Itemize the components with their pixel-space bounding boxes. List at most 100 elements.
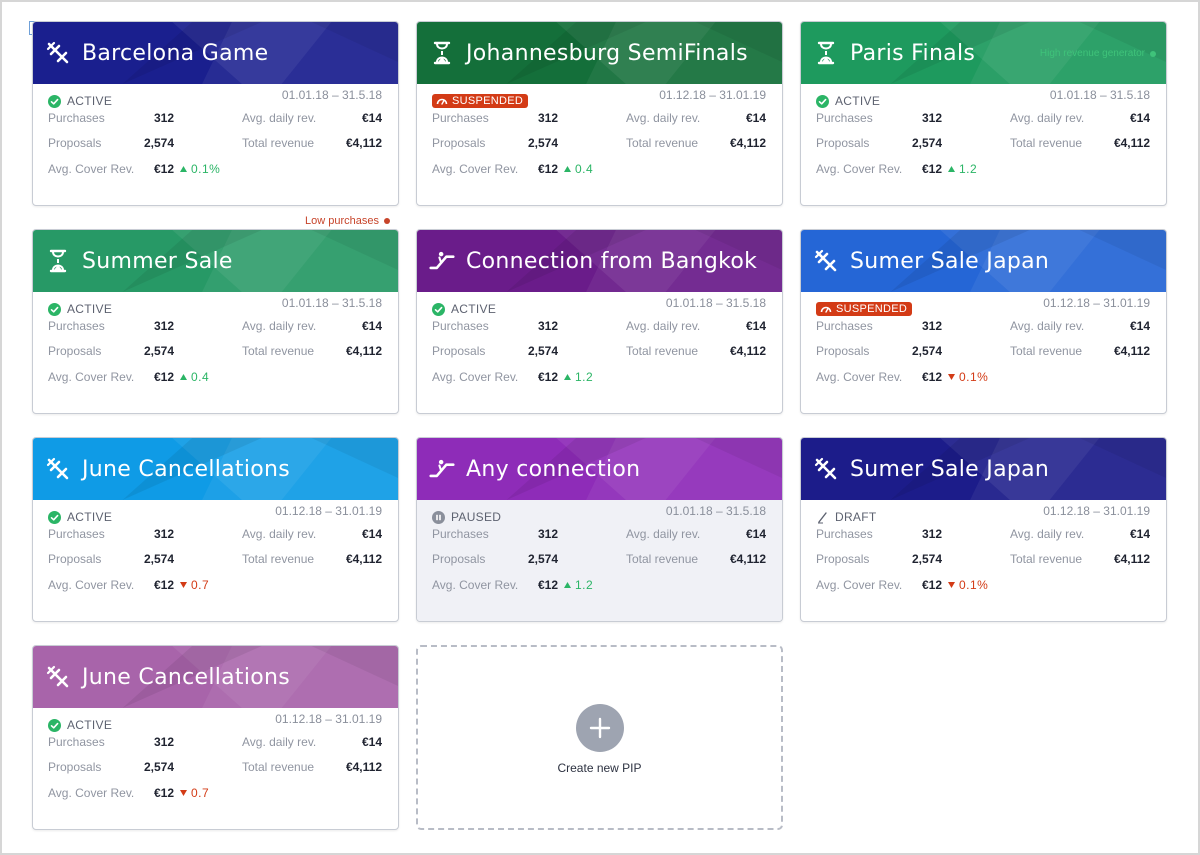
trend-value: 0.1% [959,578,989,592]
trend-value: 1.2 [575,578,594,592]
status-text: ACTIVE [67,510,113,524]
proposals-label: Proposals [48,344,102,358]
pip-card-7[interactable]: June Cancellations ACTIVE 01.12.18 – 31.… [32,437,399,622]
avg-daily-label: Avg. daily rev. [1010,111,1085,125]
pip-card-5[interactable]: Connection from Bangkok ACTIVE 01.01.18 … [416,229,783,414]
plus-icon[interactable] [575,704,624,752]
triangle-down-icon [180,790,187,796]
status-badge: SUSPENDED [432,94,529,108]
pip-card-10[interactable]: June Cancellations ACTIVE 01.12.18 – 31.… [32,645,399,830]
trend-indicator: 1.2 [564,370,593,384]
card-title: Sumer Sale Japan [850,456,1050,482]
pip-card-6[interactable]: Sumer Sale Japan SUSPENDED 01.12.18 – 31… [800,229,1167,414]
purchases-label: Purchases [816,111,873,125]
avg-cover-value: €12 [537,162,558,176]
card-body: ACTIVE 01.12.18 – 31.01.19 Purchases 312… [33,708,398,829]
avg-daily-value: €14 [1129,319,1150,333]
triangle-up-icon [564,582,571,588]
total-revenue-value: €4,112 [345,136,382,150]
avg-daily-label: Avg. daily rev. [242,527,317,541]
proposals-value: 2,574 [527,344,558,358]
avg-cover-label: Avg. Cover Rev. [432,370,519,384]
date-range: 01.01.18 – 31.5.18 [281,88,382,102]
card-body: ACTIVE 01.01.18 – 31.5.18 Purchases 312 … [801,84,1166,205]
avg-cover-label: Avg. Cover Rev. [432,162,519,176]
date-range: 01.01.18 – 31.5.18 [1049,88,1150,102]
card-title: Any connection [466,456,641,482]
total-revenue-label: Total revenue [626,344,699,358]
date-range: 01.12.18 – 31.01.19 [275,712,382,726]
avg-daily-label: Avg. daily rev. [242,319,317,333]
total-revenue-value: €4,112 [1113,136,1150,150]
avg-cover-value: €12 [153,162,174,176]
total-revenue-value: €4,112 [1113,552,1150,566]
date-range: 01.01.18 – 31.5.18 [665,504,766,518]
date-range: 01.12.18 – 31.01.19 [275,504,382,518]
card-header[interactable]: June Cancellations [33,438,398,500]
avg-daily-label: Avg. daily rev. [242,735,317,749]
trend-value: 0.1% [191,162,221,176]
card-header[interactable]: Paris Finals High revenue generator [801,22,1166,84]
status-badge: ACTIVE [48,94,112,108]
triangle-up-icon [564,374,571,380]
total-revenue-value: €4,112 [345,552,382,566]
card-header[interactable]: Any connection [417,438,782,500]
pip-card-8[interactable]: Any connection PAUSED 01.01.18 – 31.5.18… [416,437,783,622]
card-header[interactable]: Johannesburg SemiFinals [417,22,782,84]
pip-card-2[interactable]: Johannesburg SemiFinals SUSPENDED 01.12.… [416,21,783,206]
card-header[interactable]: Summer Sale [33,230,398,292]
card-title: Barcelona Game [82,40,269,66]
card-header[interactable]: Connection from Bangkok [417,230,782,292]
avg-cover-label: Avg. Cover Rev. [48,162,135,176]
avg-daily-value: €14 [361,735,382,749]
proposals-label: Proposals [816,136,870,150]
avg-cover-value: €12 [921,578,942,592]
proposals-value: 2,574 [911,552,942,566]
proposals-value: 2,574 [911,344,942,358]
pip-card-1[interactable]: Barcelona Game ACTIVE 01.01.18 – 31.5.18… [32,21,399,206]
pip-card-9[interactable]: Sumer Sale Japan DRAFT 01.12.18 – 31.01.… [800,437,1167,622]
purchases-value: 312 [537,319,558,333]
create-pip-label: Create new PIP [557,761,642,775]
total-revenue-label: Total revenue [626,136,699,150]
card-body: DRAFT 01.12.18 – 31.01.19 Purchases 312 … [801,500,1166,621]
plane-icon [813,248,839,274]
trend-value: 0.7 [191,578,210,592]
pip-card-4[interactable]: Low purchases Summer Sale ACTIVE 01.01.1… [32,215,399,414]
total-revenue-value: €4,112 [729,344,766,358]
total-revenue-label: Total revenue [626,552,699,566]
date-range: 01.01.18 – 31.5.18 [665,296,766,310]
card-header[interactable]: June Cancellations [33,646,398,708]
check-circle-icon [432,302,445,316]
purchases-value: 312 [537,111,558,125]
card-title: Connection from Bangkok [466,248,758,274]
avg-cover-value: €12 [921,162,942,176]
card-header[interactable]: Sumer Sale Japan [801,230,1166,292]
avg-cover-label: Avg. Cover Rev. [432,578,519,592]
purchases-value: 312 [153,319,174,333]
status-badge: DRAFT [816,510,877,524]
trend-value: 0.7 [191,786,210,800]
create-pip-card[interactable]: Create new PIP [416,645,783,830]
plane-icon [45,664,71,690]
pip-card-3[interactable]: Paris Finals High revenue generator ACTI… [800,21,1167,206]
avg-cover-value: €12 [921,370,942,384]
purchases-value: 312 [153,527,174,541]
date-range: 01.12.18 – 31.01.19 [1043,504,1150,518]
avg-cover-label: Avg. Cover Rev. [48,370,135,384]
purchases-label: Purchases [432,527,489,541]
status-text: ACTIVE [67,94,113,108]
card-header[interactable]: Barcelona Game [33,22,398,84]
trend-indicator: 0.1% [180,162,220,176]
purchases-value: 312 [537,527,558,541]
check-circle-icon [48,94,61,108]
status-badge: ACTIVE [48,510,112,524]
check-circle-icon [48,718,61,732]
trend-indicator: 0.7 [180,786,209,800]
trend-indicator: 1.2 [564,578,593,592]
proposals-label: Proposals [816,552,870,566]
hourglass-icon [45,248,71,274]
avg-daily-label: Avg. daily rev. [626,527,701,541]
card-header[interactable]: Sumer Sale Japan [801,438,1166,500]
status-badge: SUSPENDED [816,302,913,316]
